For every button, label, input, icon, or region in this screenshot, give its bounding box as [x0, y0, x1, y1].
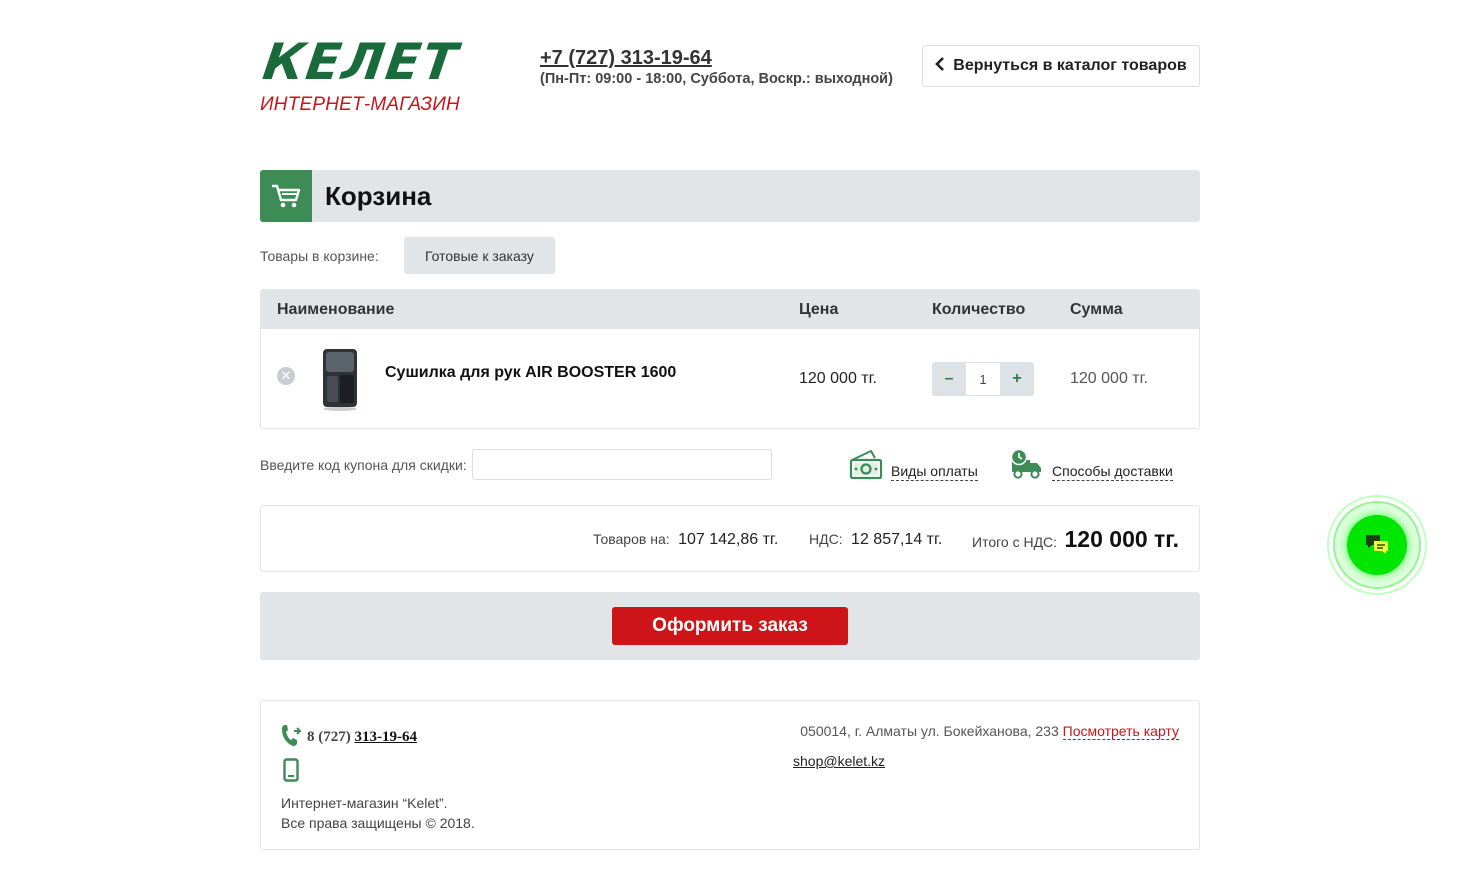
table-row: ✕ Сушилка для рук AIR BOOSTER 1600 120 0… [261, 329, 1199, 429]
totals-goods: Товаров на: 107 142,86 тг. [593, 531, 778, 549]
header-phone-link[interactable]: +7 (727) 313-19-64 [540, 46, 893, 70]
coupon-row: Введите код купона для скидки: [260, 449, 772, 480]
footer: 8 (727) 313-19-64 Интернет-магазин “Kele… [260, 700, 1200, 850]
delivery-methods-link[interactable]: Способы доставки [1052, 463, 1173, 481]
payment-methods-link-group[interactable]: Виды оплаты [849, 448, 978, 485]
footer-phone-number[interactable]: 313-19-64 [355, 729, 418, 745]
truck-clock-icon [1008, 448, 1044, 485]
footer-copyright: Интернет-магазин “Kelet”. Все права защи… [281, 793, 475, 833]
footer-phone-prefix: 8 (727) [307, 729, 351, 745]
footer-copyright-line2: Все права защищены © 2018. [281, 815, 475, 831]
close-circle-icon[interactable]: ✕ [277, 367, 295, 385]
cart-tabs: Товары в корзине: Готовые к заказу [260, 237, 555, 274]
totals-vat: НДС: 12 857,14 тг. [809, 531, 942, 549]
totals-grand-value: 120 000 тг. [1064, 526, 1179, 552]
cart-icon [260, 170, 312, 222]
delivery-methods-link-group[interactable]: Способы доставки [1008, 448, 1173, 485]
working-hours: (Пн-Пт: 09:00 - 18:00, Суббота, Воскр.: … [540, 71, 893, 87]
page-title: Корзина [325, 180, 432, 211]
column-header-qty: Количество [932, 301, 1026, 318]
quantity-increase-button[interactable]: + [1000, 362, 1034, 396]
table-header: Наименование Цена Количество Сумма [261, 290, 1199, 329]
quantity-decrease-button[interactable]: – [932, 362, 966, 396]
chevron-left-icon [935, 56, 945, 76]
chat-bubbles-icon[interactable] [1347, 515, 1407, 575]
mobile-icon [283, 758, 299, 787]
footer-address: 050014, г. Алматы ул. Бокейханова, 233 П… [800, 723, 1179, 740]
quantity-stepper: – 1 + [932, 362, 1034, 396]
footer-phone-text: 8 (727) 313-19-64 [307, 729, 417, 746]
totals-goods-label: Товаров на: [593, 531, 670, 547]
cart-items-label: Товары в корзине: [260, 247, 379, 264]
totals-vat-value: 12 857,14 тг. [851, 531, 943, 548]
phone-forward-icon [281, 723, 303, 752]
totals-goods-value: 107 142,86 тг. [678, 531, 779, 548]
coupon-input[interactable] [471, 449, 772, 480]
payment-methods-link[interactable]: Виды оплаты [891, 463, 978, 481]
view-map-link[interactable]: Посмотреть карту [1062, 723, 1179, 740]
logo-subtitle: ИНТЕРНЕТ-МАГАЗИН [260, 94, 460, 115]
tab-ready-to-order[interactable]: Готовые к заказу [404, 237, 555, 274]
totals-vat-label: НДС: [809, 531, 843, 547]
product-thumbnail[interactable] [317, 343, 363, 413]
totals-grand: Итого с НДС: 120 000 тг. [972, 526, 1179, 553]
money-icon [849, 448, 883, 485]
cart-table: Наименование Цена Количество Сумма ✕ Суш… [260, 289, 1200, 429]
footer-copyright-line1: Интернет-магазин “Kelet”. [281, 795, 448, 811]
footer-address-text: 050014, г. Алматы ул. Бокейханова, 233 [800, 723, 1059, 739]
product-price: 120 000 тг. [799, 370, 877, 387]
back-to-catalog-button[interactable]: Вернуться в каталог товаров [922, 45, 1200, 87]
order-bar: Оформить заказ [260, 592, 1200, 660]
place-order-button[interactable]: Оформить заказ [612, 607, 848, 645]
logo[interactable]: КЕЛЕТ ИНТЕРНЕТ-МАГАЗИН [259, 33, 490, 116]
cart-title-bar: Корзина [260, 170, 1200, 222]
header-contact: +7 (727) 313-19-64 (Пн-Пт: 09:00 - 18:00… [540, 46, 893, 87]
footer-phone[interactable]: 8 (727) 313-19-64 [281, 723, 417, 752]
coupon-label: Введите код купона для скидки: [260, 456, 467, 473]
column-header-sum: Сумма [1070, 301, 1123, 318]
back-to-catalog-label: Вернуться в каталог товаров [953, 57, 1187, 74]
column-header-name: Наименование [277, 301, 395, 318]
totals-grand-label: Итого с НДС: [972, 534, 1058, 550]
column-header-price: Цена [799, 301, 839, 318]
quantity-input[interactable]: 1 [966, 362, 1000, 396]
footer-email-link[interactable]: shop@kelet.kz [793, 753, 885, 769]
totals-panel: Товаров на: 107 142,86 тг. НДС: 12 857,1… [260, 505, 1200, 572]
product-name-link[interactable]: Сушилка для рук AIR BOOSTER 1600 [385, 364, 676, 382]
chat-widget[interactable] [1327, 495, 1427, 595]
logo-wordmark: КЕЛЕТ [259, 33, 463, 91]
product-sum: 120 000 тг. [1070, 370, 1148, 387]
